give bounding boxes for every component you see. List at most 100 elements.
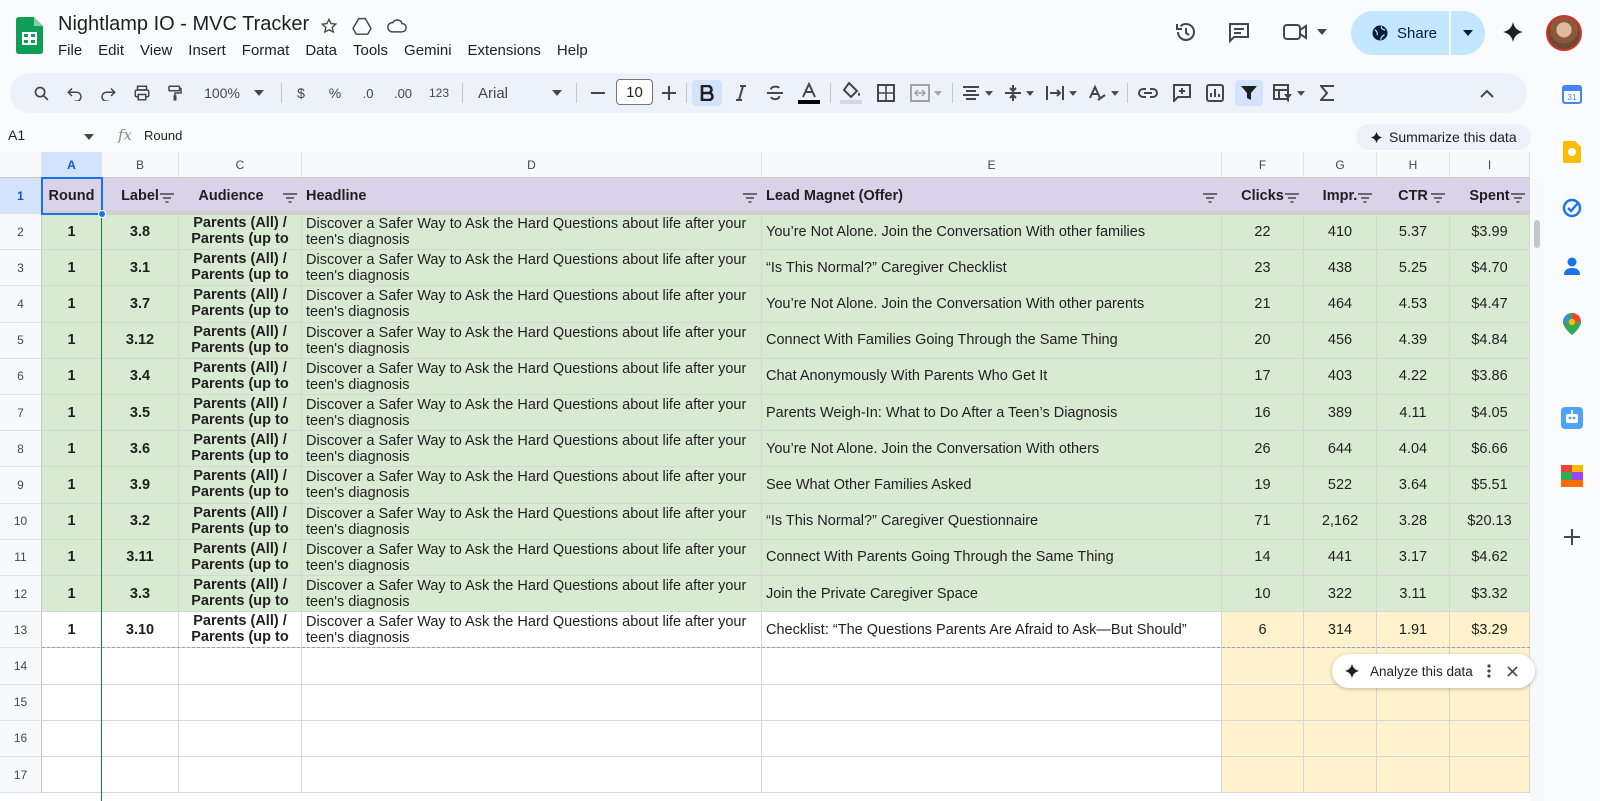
- scrollbar-thumb[interactable]: [1534, 220, 1540, 248]
- cell-lead-magnet[interactable]: “Is This Normal?” Caregiver Checklist: [762, 250, 1222, 287]
- cell-headline[interactable]: Discover a Safer Way to Ask the Hard Que…: [302, 503, 762, 540]
- cell-impressions[interactable]: 2,162: [1304, 503, 1377, 540]
- gemini-icon[interactable]: [1499, 18, 1527, 46]
- cell-clicks[interactable]: 17: [1222, 358, 1304, 395]
- row-header-17[interactable]: 17: [0, 757, 42, 794]
- merge-cells-button[interactable]: [906, 80, 946, 106]
- menu-data[interactable]: Data: [297, 40, 345, 61]
- empty-cell[interactable]: [1304, 757, 1377, 794]
- addon-bot-icon[interactable]: [1560, 406, 1584, 430]
- cell-spent[interactable]: $5.51: [1450, 467, 1530, 504]
- empty-cell[interactable]: [1222, 684, 1304, 721]
- menu-edit[interactable]: Edit: [90, 40, 132, 61]
- decrease-decimal-button[interactable]: .0: [355, 80, 381, 106]
- cell-audience[interactable]: Parents (All) / Parents (up to: [179, 250, 302, 287]
- meet-icon[interactable]: [1281, 18, 1329, 46]
- cell-clicks[interactable]: 10: [1222, 576, 1304, 613]
- header-cell-impressions[interactable]: Impr.: [1304, 178, 1377, 214]
- column-header-f[interactable]: F: [1222, 152, 1304, 178]
- filter-views-button[interactable]: [1269, 80, 1309, 106]
- cell-label[interactable]: 3.12: [102, 322, 179, 359]
- bold-button[interactable]: [692, 80, 722, 106]
- cell-headline[interactable]: Discover a Safer Way to Ask the Hard Que…: [302, 322, 762, 359]
- keep-icon[interactable]: [1560, 140, 1584, 164]
- move-to-drive-icon[interactable]: [351, 15, 373, 37]
- cell-spent[interactable]: $4.62: [1450, 539, 1530, 576]
- menu-extensions[interactable]: Extensions: [460, 40, 549, 61]
- cell-lead-magnet[interactable]: “Is This Normal?” Caregiver Questionnair…: [762, 503, 1222, 540]
- comments-icon[interactable]: [1225, 18, 1253, 46]
- close-icon[interactable]: [1507, 665, 1518, 677]
- row-header-9[interactable]: 9: [0, 467, 42, 504]
- insert-link-button[interactable]: [1135, 80, 1161, 106]
- empty-cell[interactable]: [302, 648, 762, 685]
- cell-headline[interactable]: Discover a Safer Way to Ask the Hard Que…: [302, 431, 762, 468]
- row-header-10[interactable]: 10: [0, 503, 42, 540]
- summarize-data-button[interactable]: Summarize this data: [1356, 124, 1531, 150]
- menu-view[interactable]: View: [132, 40, 180, 61]
- text-color-button[interactable]: [795, 80, 823, 106]
- menu-help[interactable]: Help: [549, 40, 596, 61]
- cell-clicks[interactable]: 26: [1222, 431, 1304, 468]
- cell-impressions[interactable]: 522: [1304, 467, 1377, 504]
- cell-impressions[interactable]: 314: [1304, 612, 1377, 649]
- search-menus-icon[interactable]: [28, 80, 54, 106]
- menu-gemini[interactable]: Gemini: [396, 40, 460, 61]
- filter-button[interactable]: [1235, 80, 1263, 106]
- cell-lead-magnet[interactable]: Chat Anonymously With Parents Who Get It: [762, 358, 1222, 395]
- zoom-select[interactable]: 100%: [199, 80, 269, 106]
- header-cell-audience[interactable]: Audience: [179, 178, 302, 214]
- empty-cell[interactable]: [1304, 684, 1377, 721]
- contacts-icon[interactable]: [1560, 254, 1584, 278]
- cell-audience[interactable]: Parents (All) / Parents (up to: [179, 286, 302, 323]
- cell-audience[interactable]: Parents (All) / Parents (up to: [179, 358, 302, 395]
- empty-cell[interactable]: [762, 720, 1222, 757]
- horizontal-align-button[interactable]: [958, 80, 996, 106]
- cell-headline[interactable]: Discover a Safer Way to Ask the Hard Que…: [302, 612, 762, 649]
- cell-clicks[interactable]: 22: [1222, 214, 1304, 251]
- cell-round[interactable]: 1: [42, 395, 102, 432]
- menu-file[interactable]: File: [50, 40, 90, 61]
- empty-cell[interactable]: [1222, 720, 1304, 757]
- cell-round[interactable]: 1: [42, 286, 102, 323]
- row-header-1[interactable]: 1: [0, 178, 42, 214]
- cell-label[interactable]: 3.8: [102, 214, 179, 251]
- percent-format-button[interactable]: %: [322, 80, 348, 106]
- column-header-i[interactable]: I: [1450, 152, 1530, 178]
- cell-ctr[interactable]: 1.91: [1377, 612, 1450, 649]
- row-header-2[interactable]: 2: [0, 214, 42, 251]
- strikethrough-button[interactable]: [762, 80, 788, 106]
- cell-ctr[interactable]: 4.39: [1377, 322, 1450, 359]
- cell-audience[interactable]: Parents (All) / Parents (up to: [179, 431, 302, 468]
- row-header-8[interactable]: 8: [0, 431, 42, 468]
- cell-clicks[interactable]: 23: [1222, 250, 1304, 287]
- empty-cell[interactable]: [42, 648, 102, 685]
- cell-audience[interactable]: Parents (All) / Parents (up to: [179, 395, 302, 432]
- functions-button[interactable]: [1314, 80, 1340, 106]
- column-header-c[interactable]: C: [179, 152, 302, 178]
- cell-round[interactable]: 1: [42, 576, 102, 613]
- cell-round[interactable]: 1: [42, 431, 102, 468]
- cell-clicks[interactable]: 71: [1222, 503, 1304, 540]
- collapse-toolbar-button[interactable]: [1474, 80, 1500, 106]
- vertical-align-button[interactable]: [1000, 80, 1038, 106]
- column-filter-icon[interactable]: [1203, 191, 1217, 203]
- tasks-icon[interactable]: [1560, 196, 1584, 220]
- font-size-input[interactable]: 10: [616, 79, 653, 105]
- cell-headline[interactable]: Discover a Safer Way to Ask the Hard Que…: [302, 395, 762, 432]
- column-header-a[interactable]: A: [42, 152, 102, 178]
- cell-spent[interactable]: $4.84: [1450, 322, 1530, 359]
- cell-impressions[interactable]: 389: [1304, 395, 1377, 432]
- empty-cell[interactable]: [1450, 684, 1530, 721]
- redo-icon[interactable]: [95, 80, 121, 106]
- analyze-data-chip[interactable]: Analyze this data: [1332, 654, 1535, 688]
- cell-lead-magnet[interactable]: Checklist: “The Questions Parents Are Af…: [762, 612, 1222, 649]
- row-header-3[interactable]: 3: [0, 250, 42, 287]
- cell-clicks[interactable]: 14: [1222, 539, 1304, 576]
- cell-clicks[interactable]: 21: [1222, 286, 1304, 323]
- undo-icon[interactable]: [62, 80, 88, 106]
- header-cell-headline[interactable]: Headline: [302, 178, 762, 214]
- insert-comment-button[interactable]: [1169, 80, 1195, 106]
- cell-spent[interactable]: $3.32: [1450, 576, 1530, 613]
- print-icon[interactable]: [129, 80, 155, 106]
